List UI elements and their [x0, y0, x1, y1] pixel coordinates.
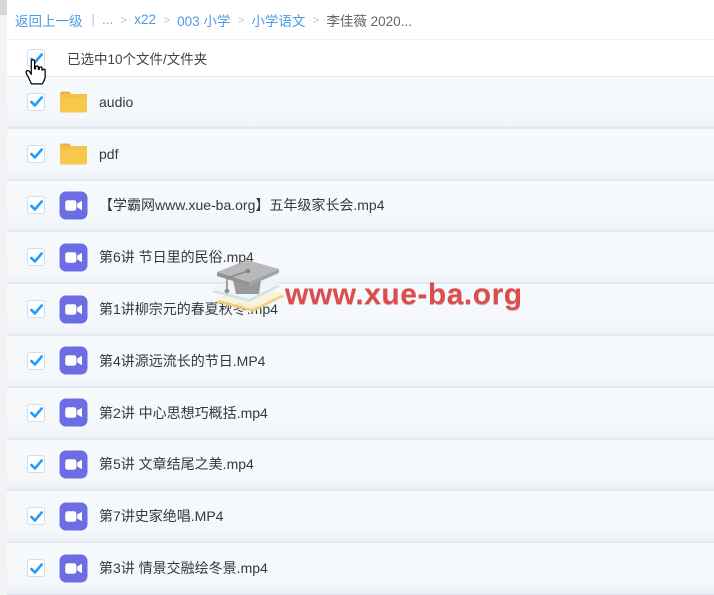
file-row[interactable]: 【学霸网www.xue-ba.org】五年级家长会.mp4 [0, 181, 714, 233]
file-row[interactable]: pdf [0, 129, 714, 181]
breadcrumb-collapsed[interactable]: ... [102, 12, 113, 27]
video-file-icon [58, 295, 88, 324]
file-name: 第4讲源远流长的节日.MP4 [99, 351, 265, 371]
row-checkbox[interactable] [27, 300, 45, 318]
row-checkbox[interactable] [27, 248, 45, 266]
check-icon [29, 353, 44, 368]
check-icon [29, 509, 44, 524]
row-checkbox[interactable] [27, 404, 45, 422]
file-row[interactable]: 第6讲 节日里的民俗.mp4 [0, 232, 714, 284]
video-file-icon [58, 554, 88, 583]
video-file-icon [58, 243, 88, 272]
file-name: 第6讲 节日里的民俗.mp4 [99, 247, 254, 267]
check-icon [29, 405, 44, 420]
breadcrumb-item-x22[interactable]: x22 [134, 12, 156, 27]
check-icon [29, 250, 44, 265]
folder-icon [58, 141, 88, 166]
file-name: 【学霸网www.xue-ba.org】五年级家长会.mp4 [99, 195, 385, 215]
file-name: 第3讲 情景交融绘冬景.mp4 [99, 558, 268, 578]
file-row[interactable]: audio [0, 77, 714, 129]
back-link[interactable]: 返回上一级 [15, 10, 83, 30]
row-checkbox[interactable] [27, 145, 45, 163]
file-name: 第2讲 中心思想巧概括.mp4 [99, 403, 268, 423]
file-row[interactable]: 第3讲 情景交融绘冬景.mp4 [0, 543, 714, 595]
scrollbar-thumb[interactable] [0, 0, 7, 15]
video-file-icon [58, 346, 88, 375]
check-icon [29, 457, 44, 472]
check-icon [29, 561, 44, 576]
window-edge-strip [0, 0, 7, 595]
check-icon [29, 94, 44, 109]
selection-count-label: 已选中10个文件/文件夹 [67, 48, 207, 68]
file-row[interactable]: 第7讲史家绝唱.MP4 [0, 491, 714, 543]
check-icon [29, 51, 44, 66]
file-name: 第1讲柳宗元的春夏秋冬.mp4 [99, 299, 278, 319]
video-file-icon [58, 502, 88, 531]
file-name: 第7讲史家绝唱.MP4 [99, 506, 223, 526]
check-icon [29, 198, 44, 213]
file-row[interactable]: 第2讲 中心思想巧概括.mp4 [0, 388, 714, 440]
file-name: 第5讲 文章结尾之美.mp4 [99, 454, 254, 474]
folder-icon [58, 89, 88, 114]
breadcrumb: 返回上一级 | ... > x22 > 003 小学 > 小学语文 > 李佳薇 … [0, 0, 714, 40]
chevron-right-icon: > [163, 13, 170, 27]
select-all-checkbox[interactable] [27, 49, 45, 67]
file-row[interactable]: 第1讲柳宗元的春夏秋冬.mp4 [0, 284, 714, 336]
chevron-right-icon: > [312, 13, 319, 27]
breadcrumb-item-003[interactable]: 003 小学 [177, 10, 230, 30]
row-checkbox[interactable] [27, 352, 45, 370]
chevron-right-icon: > [237, 13, 244, 27]
video-file-icon [58, 398, 88, 427]
breadcrumb-current: 李佳薇 2020... [326, 10, 412, 30]
breadcrumb-pipe: | [92, 12, 96, 27]
video-file-icon [58, 450, 88, 479]
video-file-icon [58, 191, 88, 220]
row-checkbox[interactable] [27, 196, 45, 214]
chevron-right-icon: > [120, 13, 127, 27]
file-list: audio pdf [0, 77, 714, 595]
breadcrumb-item-chinese[interactable]: 小学语文 [251, 10, 305, 30]
row-checkbox[interactable] [27, 559, 45, 577]
file-name: pdf [99, 146, 118, 162]
row-checkbox[interactable] [27, 455, 45, 473]
check-icon [29, 146, 44, 161]
row-checkbox[interactable] [27, 93, 45, 111]
row-checkbox[interactable] [27, 507, 45, 525]
selection-bar: 已选中10个文件/文件夹 [0, 40, 714, 77]
file-row[interactable]: 第4讲源远流长的节日.MP4 [0, 336, 714, 388]
file-name: audio [99, 94, 133, 110]
file-row[interactable]: 第5讲 文章结尾之美.mp4 [0, 440, 714, 492]
check-icon [29, 302, 44, 317]
